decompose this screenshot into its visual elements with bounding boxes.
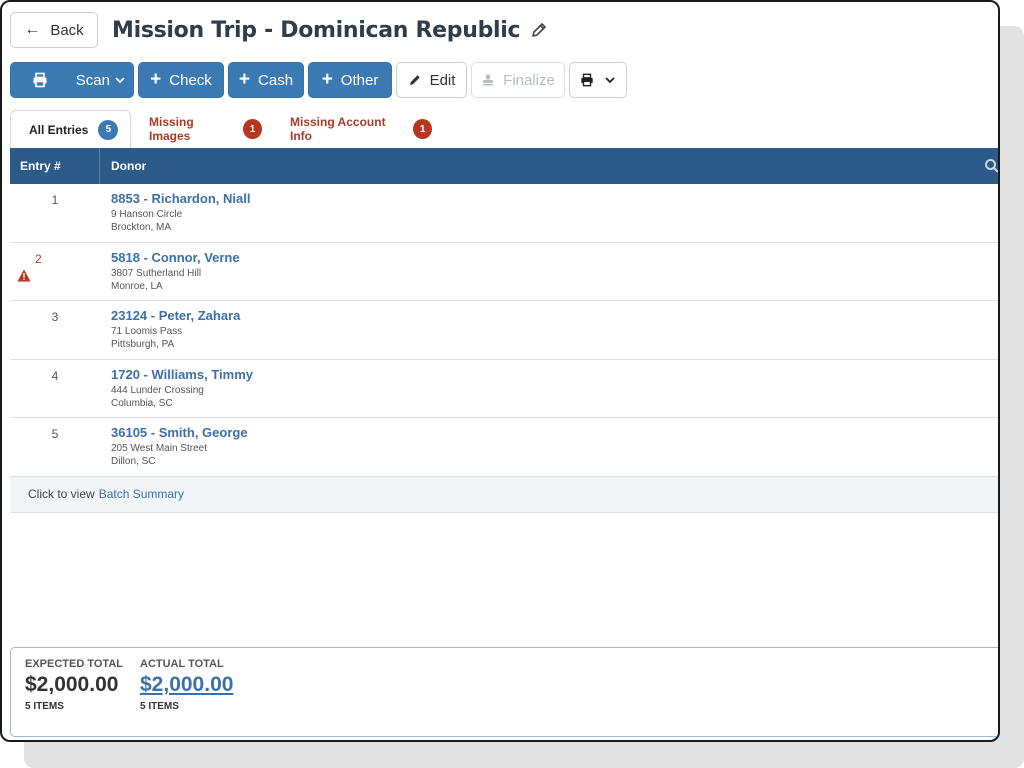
donor-cell: 5818 - Connor, Verne 3807 Sutherland Hil… — [100, 243, 240, 301]
expected-items-count: 5 ITEMS — [25, 701, 64, 712]
actual-items-count: 5 ITEMS — [140, 701, 179, 712]
donor-city: Brockton, MA — [111, 222, 172, 233]
donor-city: Dillon, SC — [111, 456, 156, 468]
table-row[interactable]: 3 23124 - Peter, Zahara 71 Loomis Pass P… — [10, 301, 998, 360]
table-row[interactable]: 1 8853 - Richardon, Niall 9 Hanson Circl… — [10, 184, 998, 243]
pencil-icon[interactable] — [530, 21, 548, 39]
column-header-entry[interactable]: Entry # — [10, 148, 100, 184]
other-label: Other — [340, 71, 379, 89]
donor-city: Pittsburgh, PA — [111, 339, 175, 351]
toolbar: Scan + Check + Cash + Other Edit Finaliz… — [10, 62, 627, 98]
table-header: Entry # Donor — [10, 148, 998, 184]
add-other-button[interactable]: + Other — [308, 62, 392, 98]
totals-panel: EXPECTED TOTAL $2,000.00 5 ITEMS ACTUAL … — [10, 647, 998, 737]
batch-summary-bar: Click to view Batch Summary — [10, 476, 998, 513]
entry-number: 5 — [51, 427, 59, 442]
actual-total-label: ACTUAL TOTAL — [140, 658, 224, 670]
expected-total-value: $2,000.00 — [25, 673, 119, 696]
donor-link[interactable]: 1720 - Williams, Timmy — [111, 367, 253, 382]
batch-summary-link[interactable]: Batch Summary — [99, 487, 184, 501]
tab-label: All Entries — [29, 122, 89, 137]
table-row[interactable]: 5 36105 - Smith, George 205 West Main St… — [10, 418, 998, 477]
stamp-icon — [481, 73, 495, 87]
scan-button[interactable]: Scan — [10, 62, 134, 98]
scan-label: Scan — [75, 71, 110, 89]
printer-icon — [32, 72, 48, 88]
entry-number: 3 — [51, 310, 59, 325]
edit-button[interactable]: Edit — [396, 62, 467, 98]
summary-prefix: Click to view — [28, 487, 95, 502]
donor-address: 71 Loomis Pass — [111, 326, 183, 338]
page-title: Mission Trip - Dominican Republic — [112, 17, 521, 43]
donor-cell: 36105 - Smith, George 205 West Main Stre… — [100, 418, 248, 476]
check-label: Check — [169, 71, 212, 89]
tab-all-entries[interactable]: All Entries 5 — [10, 110, 131, 148]
donor-address: 9 Hanson Circle — [111, 209, 183, 220]
search-icon[interactable] — [984, 158, 998, 174]
donor-city: Monroe, LA — [111, 280, 163, 292]
printer-icon — [580, 73, 594, 87]
back-button-label: Back — [50, 21, 84, 39]
add-cash-button[interactable]: + Cash — [228, 62, 304, 98]
count-badge: 1 — [243, 119, 262, 139]
donor-city: Columbia, SC — [111, 397, 173, 409]
count-badge: 1 — [413, 119, 432, 139]
plus-icon: + — [150, 68, 162, 90]
donor-link[interactable]: 36105 - Smith, George — [111, 425, 248, 440]
pencil-icon — [408, 73, 422, 87]
warning-icon — [17, 252, 31, 301]
count-badge: 5 — [98, 119, 119, 140]
actual-total-value[interactable]: $2,000.00 — [140, 673, 233, 697]
tab-missing-images[interactable]: Missing Images 1 — [131, 110, 272, 148]
chevron-down-icon[interactable] — [113, 73, 127, 87]
finalize-button[interactable]: Finalize — [471, 62, 565, 98]
back-button[interactable]: ← Back — [10, 12, 98, 48]
batch-window: ← Back Mission Trip - Dominican Republic… — [0, 0, 1000, 742]
expected-total: EXPECTED TOTAL $2,000.00 5 ITEMS — [25, 658, 123, 712]
tab-label: Missing Account Info — [290, 115, 386, 143]
column-header-donor[interactable]: Donor — [100, 159, 146, 173]
print-menu-button[interactable] — [569, 62, 627, 98]
expected-total-label: EXPECTED TOTAL — [25, 658, 123, 670]
donor-address: 444 Lunder Crossing — [111, 384, 204, 396]
entry-number: 2 — [35, 251, 42, 266]
donor-address: 3807 Sutherland Hill — [111, 267, 202, 279]
tab-label: Missing Images — [149, 115, 194, 143]
chevron-down-icon — [604, 74, 616, 86]
tab-missing-account-info[interactable]: Missing Account Info 1 — [272, 110, 442, 148]
edit-label: Edit — [429, 71, 456, 89]
donor-cell: 23124 - Peter, Zahara 71 Loomis Pass Pit… — [100, 301, 240, 359]
entry-number: 4 — [51, 368, 59, 383]
back-arrow-icon: ← — [24, 21, 41, 38]
add-check-button[interactable]: + Check — [138, 62, 224, 98]
page-header: ← Back Mission Trip - Dominican Republic — [10, 10, 548, 50]
donor-cell: 1720 - Williams, Timmy 444 Lunder Crossi… — [100, 360, 253, 418]
table-row[interactable]: 2 5818 - Connor, Verne 3807 Sutherland H… — [10, 242, 998, 302]
plus-icon: + — [238, 68, 251, 90]
plus-icon: + — [321, 68, 333, 90]
finalize-label: Finalize — [503, 71, 555, 89]
donor-cell: 8853 - Richardon, Niall 9 Hanson Circle … — [100, 184, 250, 242]
cash-label: Cash — [258, 71, 294, 89]
table-row[interactable]: 4 1720 - Williams, Timmy 444 Lunder Cros… — [10, 359, 998, 419]
donor-address: 205 West Main Street — [111, 443, 207, 455]
entry-tabs: All Entries 5 Missing Images 1 Missing A… — [10, 110, 442, 148]
donor-link[interactable]: 5818 - Connor, Verne — [111, 250, 240, 265]
donor-link[interactable]: 8853 - Richardon, Niall — [111, 191, 250, 206]
entry-number-cell: 2 — [10, 243, 100, 301]
entry-number: 1 — [51, 193, 59, 207]
entries-table: Entry # Donor 1 8853 - Richardon, Niall … — [10, 148, 998, 513]
donor-link[interactable]: 23124 - Peter, Zahara — [111, 308, 240, 323]
actual-total: ACTUAL TOTAL $2,000.00 5 ITEMS — [140, 658, 233, 712]
